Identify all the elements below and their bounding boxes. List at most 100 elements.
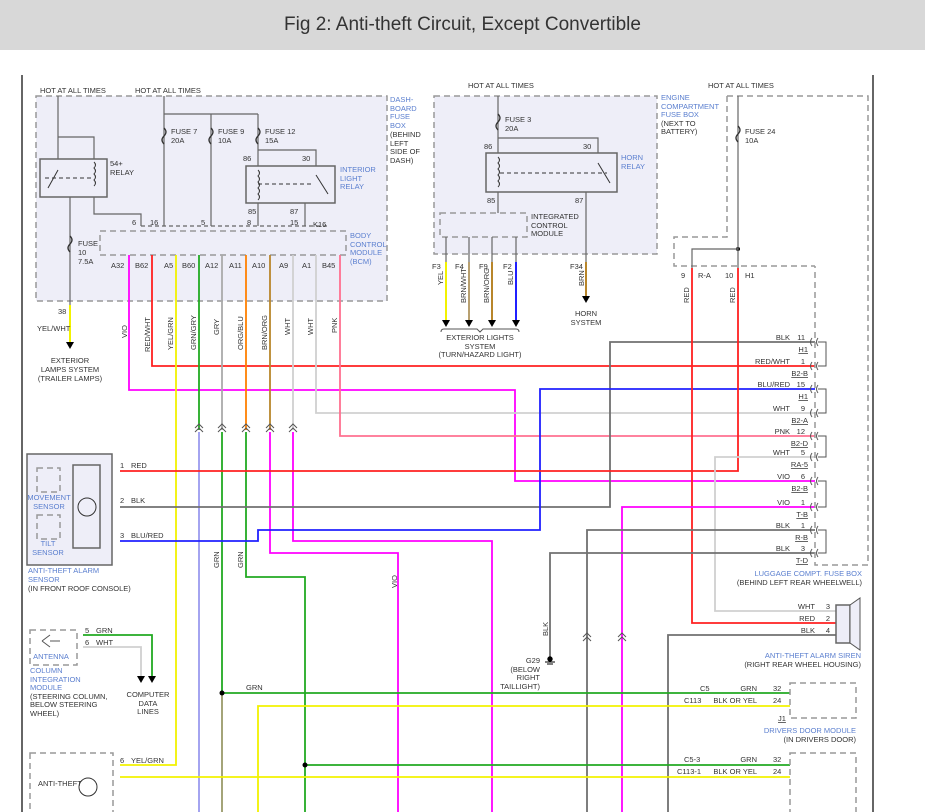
wire-label: BLU/RED (757, 380, 790, 389)
luggage-connector: T-B (796, 510, 808, 519)
pin-9: 9 (681, 271, 685, 280)
luggage-connector: H1 (798, 392, 808, 401)
pin-10: 10 (725, 271, 733, 280)
pin-86: 86 (484, 142, 492, 151)
icm-label: MODULE (531, 229, 563, 238)
relay-54-label: 54+ (110, 159, 123, 168)
column-module-location: BELOW STEERING (30, 700, 98, 709)
luggage-connector: R-B (795, 533, 808, 542)
wire-label: VIO (777, 498, 790, 507)
wire-label: YEL/GRN (166, 317, 175, 350)
bcm-pin: 5 (201, 218, 205, 227)
wire-grn-a11-lower (245, 432, 306, 812)
pin-87: 87 (575, 196, 583, 205)
fuse-3-label: FUSE 3 (505, 115, 531, 124)
wire-label: BRN/ORG (260, 315, 269, 350)
arrow-icon (582, 296, 590, 303)
ground-g29-label: G29 (526, 656, 540, 665)
wire-label: WHT (773, 404, 790, 413)
wire-label: GRN (740, 684, 757, 693)
arrow-icon (442, 320, 450, 327)
sensor-label: SENSOR (28, 575, 60, 584)
dash-box-name: DASH- (390, 95, 414, 104)
bcm-pin: B45 (322, 261, 335, 270)
tilt-sensor-label: SENSOR (32, 548, 64, 557)
wire-vio-a10-lower (269, 432, 399, 812)
pin-6: 6 (120, 756, 124, 765)
wire-label: GRN (96, 626, 113, 635)
horn-relay-label: HORN (621, 153, 643, 162)
bcm-pin: B60 (182, 261, 195, 270)
interior-relay-label: INTERIOR (340, 165, 376, 174)
luggage-pin: 15 (797, 380, 805, 389)
arrow-icon (66, 342, 74, 349)
conn-c113-1: C113-1 (677, 767, 701, 776)
junction-dot (219, 690, 225, 696)
wire-label: GRN (236, 551, 245, 568)
pin-24: 24 (773, 696, 781, 705)
pin-2: 2 (120, 496, 124, 505)
bcm-pin: 8 (247, 218, 251, 227)
bcm-pin: B62 (135, 261, 148, 270)
dash-box-location: (BEHIND (390, 130, 421, 139)
exterior-lamps-label: EXTERIOR (51, 356, 90, 365)
pin-3: 3 (120, 531, 124, 540)
anti-theft-alarm-siren (835, 604, 851, 644)
luggage-connector: B2-A (791, 416, 808, 425)
wire-label: YEL/GRN (131, 756, 164, 765)
data-lines-label: COMPUTER (127, 690, 171, 699)
conn-r-a: R-A (698, 271, 711, 280)
bcm-pin: A32 (111, 261, 124, 270)
fuse-24-rating: 10A (745, 136, 758, 145)
ground-location: TAILLIGHT) (500, 682, 540, 691)
bcm-pin: 15 (290, 218, 298, 227)
luggage-connector: B2-D (791, 439, 809, 448)
wire-label: BLU/RED (131, 531, 164, 540)
exterior-lights-label: (TURN/HAZARD LIGHT) (439, 350, 522, 359)
door-module-2 (789, 752, 857, 812)
arrow-icon (512, 320, 520, 327)
pin-f2: F2 (503, 262, 512, 271)
pin-5: 5 (85, 626, 89, 635)
wire-label: YEL (436, 271, 445, 285)
wiring-diagram: HOT AT ALL TIMES HOT AT ALL TIMES DASH- … (21, 75, 874, 812)
conn-c5-3: C5-3 (684, 755, 700, 764)
ground-location: RIGHT (517, 673, 541, 682)
siren-horn-icon (849, 597, 861, 651)
wire-label: BLK (776, 544, 790, 553)
bcm-pin: A1 (302, 261, 311, 270)
horn-relay-label: RELAY (621, 162, 645, 171)
pin-87: 87 (290, 207, 298, 216)
ground-icon (545, 656, 555, 665)
wire-label: BLK OR YEL (713, 696, 757, 705)
wire-label: RED (682, 287, 691, 303)
fuse-9-label: FUSE 9 (218, 127, 244, 136)
brace-icon (440, 328, 520, 333)
luggage-connector: B2-B (791, 484, 808, 493)
engine-box-name: FUSE BOX (661, 110, 699, 119)
exterior-lamps-label: LAMPS SYSTEM (41, 365, 99, 374)
bcm-label: MODULE (350, 248, 382, 257)
pin-32: 32 (773, 684, 781, 693)
movement-sensor-label: SENSOR (33, 502, 65, 511)
jumper (818, 480, 827, 508)
luggage-pin: 12 (797, 427, 805, 436)
icm-label: INTEGRATED (531, 212, 579, 221)
wire-label: BLK (801, 626, 815, 635)
relay-54-label: RELAY (110, 168, 134, 177)
arrow-icon (488, 320, 496, 327)
sensor-location: (IN FRONT ROOF CONSOLE) (28, 584, 131, 593)
pin-24: 24 (773, 767, 781, 776)
bcm-pin: K16 (313, 220, 326, 229)
wire-label: BLK (541, 622, 550, 636)
data-lines-label: LINES (137, 707, 159, 716)
wire-label: BLU (506, 270, 515, 285)
wire-label: GRN (246, 683, 263, 692)
fuse-7-rating: 20A (171, 136, 184, 145)
body-control-module (99, 230, 347, 256)
integrated-control-module (439, 212, 528, 238)
wire-label: VIO (390, 575, 399, 588)
luggage-pin: 9 (801, 404, 805, 413)
wire-label: BLK (776, 333, 790, 342)
jumper (818, 529, 827, 554)
